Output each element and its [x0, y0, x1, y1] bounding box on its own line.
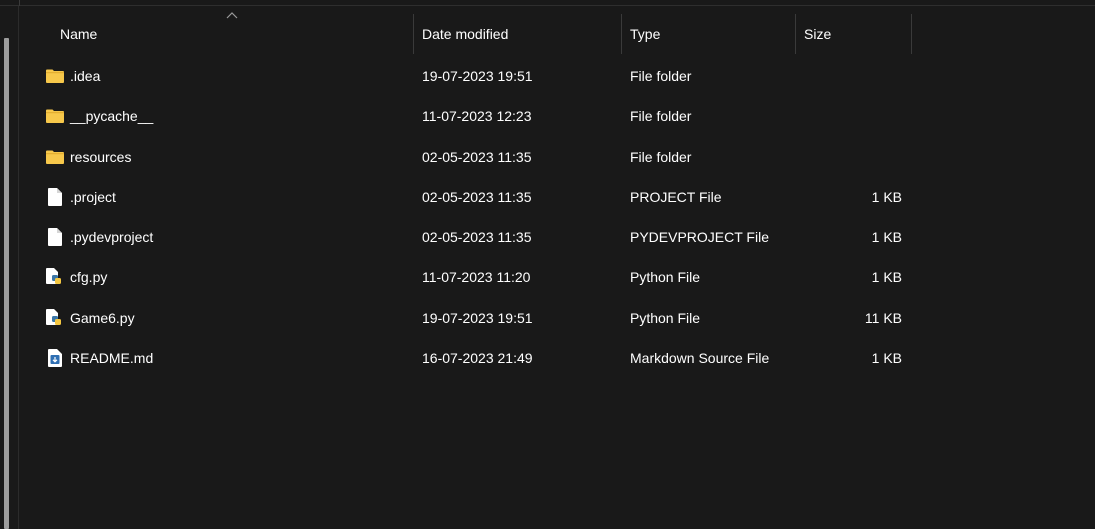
folder-icon: [46, 148, 64, 166]
file-size: 1 KB: [871, 229, 902, 246]
file-date: 11-07-2023 12:23: [422, 108, 532, 125]
column-header-date-modified[interactable]: Date modified: [414, 14, 622, 54]
file-type: File folder: [630, 68, 692, 84]
file-row[interactable]: Game6.py 19-07-2023 19:51 Python File 11…: [20, 298, 1095, 338]
folder-icon: [46, 67, 64, 85]
file-name-cell: README.md: [46, 338, 153, 378]
file-name-cell: .pydevproject: [46, 217, 153, 257]
file-row[interactable]: .pydevproject 02-05-2023 11:35 PYDEVPROJ…: [20, 217, 1095, 257]
file-row[interactable]: .project 02-05-2023 11:35 PROJECT File 1…: [20, 177, 1095, 217]
navigation-pane-scrollbar[interactable]: [0, 6, 19, 529]
file-row[interactable]: __pycache__ 11-07-2023 12:23 File folder: [20, 96, 1095, 136]
file-type: PROJECT File: [630, 188, 722, 205]
file-date: 19-07-2023 19:51: [422, 309, 533, 326]
file-date: 02-05-2023 11:35: [422, 148, 532, 165]
file-type: Markdown Source File: [630, 350, 770, 367]
file-name-cell: __pycache__: [46, 96, 153, 136]
file-icon: [46, 187, 64, 206]
column-header-size-label: Size: [804, 26, 832, 42]
file-type: File folder: [630, 148, 692, 165]
file-date: 02-05-2023 11:35: [422, 229, 532, 246]
column-header-size[interactable]: Size: [796, 14, 912, 54]
column-header-name[interactable]: Name: [20, 14, 414, 54]
column-header-type-label: Type: [630, 26, 661, 42]
file-name-cell: resources: [46, 137, 131, 177]
column-header-name-label: Name: [60, 26, 98, 42]
file-row[interactable]: resources 02-05-2023 11:35 File folder: [20, 137, 1095, 177]
file-size: 1 KB: [871, 188, 902, 205]
file-name: resources: [70, 148, 132, 165]
file-name: __pycache__: [70, 108, 154, 125]
file-size: 11 KB: [864, 309, 902, 326]
file-name: .pydevproject: [70, 229, 154, 246]
column-header-row: Name Date modified Type Size: [20, 6, 1095, 54]
file-size: 1 KB: [871, 269, 902, 286]
file-date: 16-07-2023 21:49: [422, 350, 533, 367]
column-header-type[interactable]: Type: [622, 14, 796, 54]
file-row[interactable]: cfg.py 11-07-2023 11:20 Python File 1 KB: [20, 257, 1095, 297]
file-name: .project: [70, 188, 116, 205]
file-size: 1 KB: [871, 350, 902, 367]
file-name-cell: .idea: [46, 56, 100, 96]
file-row[interactable]: README.md 16-07-2023 21:49 Markdown Sour…: [20, 338, 1095, 378]
file-name-cell: .project: [46, 177, 116, 217]
folder-icon: [46, 107, 64, 125]
file-icon: [46, 228, 64, 247]
python-file-icon: [46, 308, 64, 327]
file-name: Game6.py: [70, 309, 135, 326]
file-name-cell: Game6.py: [46, 298, 135, 338]
file-type: File folder: [630, 108, 692, 125]
file-row[interactable]: .idea 19-07-2023 19:51 File folder: [20, 56, 1095, 96]
file-name: cfg.py: [70, 269, 108, 286]
file-name: .idea: [70, 68, 101, 84]
file-date: 02-05-2023 11:35: [422, 188, 532, 205]
file-name-cell: cfg.py: [46, 257, 107, 297]
file-type: Python File: [630, 269, 701, 286]
file-name: README.md: [70, 350, 154, 367]
file-type: PYDEVPROJECT File: [630, 229, 769, 246]
column-header-date-label: Date modified: [422, 26, 509, 42]
file-list: .idea 19-07-2023 19:51 File folder __pyc…: [20, 56, 1095, 378]
markdown-file-icon: [46, 349, 64, 368]
file-date: 19-07-2023 19:51: [422, 68, 533, 84]
python-file-icon: [46, 268, 64, 286]
file-explorer-window: Name Date modified Type Size .idea 19-07…: [0, 0, 1095, 529]
scrollbar-thumb[interactable]: [4, 38, 9, 529]
file-date: 11-07-2023 11:20: [422, 269, 531, 286]
file-type: Python File: [630, 309, 701, 326]
